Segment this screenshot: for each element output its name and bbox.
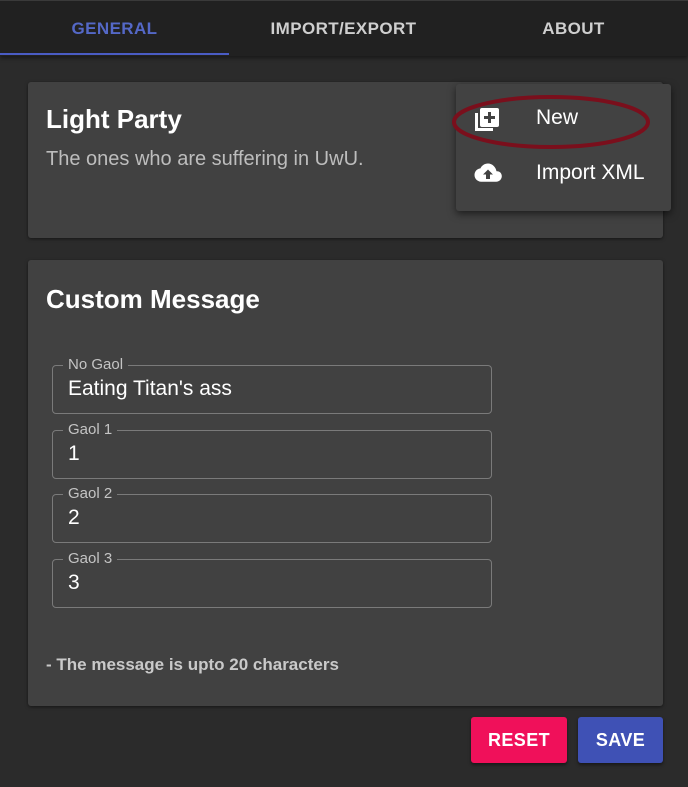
gaol-1-field[interactable]: Gaol 1 1 [52, 421, 492, 479]
tab-general[interactable]: GENERAL [0, 1, 229, 56]
no-gaol-field[interactable]: No Gaol Eating Titan's ass [52, 356, 492, 414]
add-box-icon [474, 108, 500, 132]
menu-item-label: New [536, 106, 579, 129]
app: GENERAL IMPORT/EXPORT ABOUT Light Party … [0, 0, 688, 787]
tab-import-export[interactable]: IMPORT/EXPORT [229, 1, 458, 56]
field-label: Gaol 2 [63, 485, 118, 503]
custom-message-title: Custom Message [46, 284, 260, 314]
gaol-2-field[interactable]: Gaol 2 2 [52, 485, 492, 543]
tab-indicator [0, 53, 229, 55]
field-value[interactable]: Eating Titan's ass [68, 377, 232, 401]
tab-about[interactable]: ABOUT [459, 1, 688, 56]
party-title: Light Party [46, 104, 182, 134]
character-limit-hint: - The message is upto 20 characters [46, 655, 339, 674]
menu-item-new[interactable]: New [456, 92, 671, 147]
field-label: No Gaol [63, 356, 129, 374]
field-value[interactable]: 2 [68, 506, 80, 530]
custom-message-card: Custom Message No Gaol Eating Titan's as… [28, 260, 663, 706]
field-value[interactable]: 3 [68, 571, 80, 595]
field-label: Gaol 3 [63, 550, 118, 568]
tab-bar: GENERAL IMPORT/EXPORT ABOUT [0, 0, 688, 56]
field-value[interactable]: 1 [68, 442, 80, 466]
cloud-upload-icon [474, 163, 502, 187]
party-menu: New Import XML [456, 84, 671, 211]
menu-item-import-xml[interactable]: Import XML [456, 147, 671, 202]
save-button[interactable]: SAVE [578, 717, 663, 763]
field-label: Gaol 1 [63, 421, 118, 439]
reset-button[interactable]: RESET [471, 717, 567, 763]
menu-item-label: Import XML [536, 161, 645, 184]
party-description: The ones who are suffering in UwU. [46, 148, 364, 170]
gaol-3-field[interactable]: Gaol 3 3 [52, 550, 492, 608]
